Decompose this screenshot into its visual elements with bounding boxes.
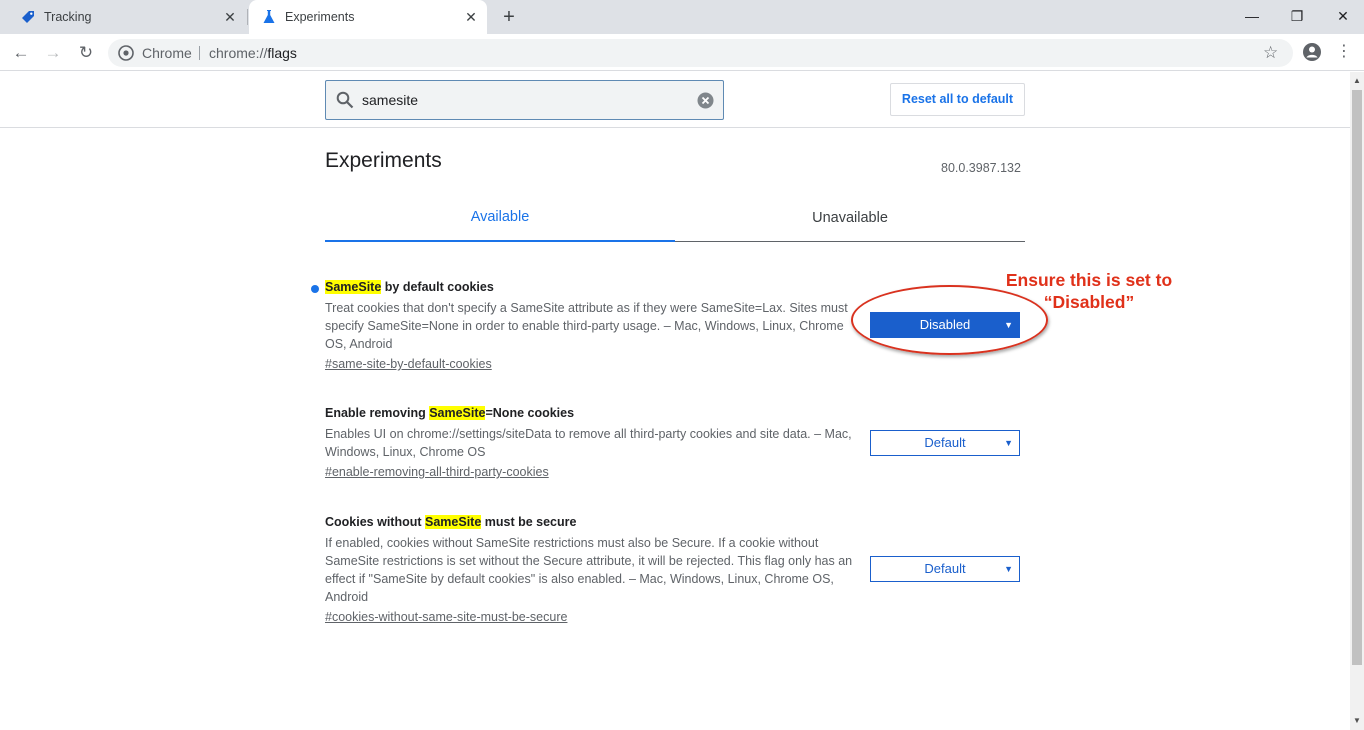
profile-avatar-icon[interactable]: [1302, 42, 1322, 62]
flag-description: If enabled, cookies without SameSite res…: [325, 536, 853, 604]
flag-entry-cookies-without-samesite-secure: Cookies without SameSite must be secure …: [325, 514, 855, 626]
new-tab-button[interactable]: +: [499, 7, 519, 27]
flag-description: Enables UI on chrome://settings/siteData…: [325, 427, 852, 459]
tab-unavailable[interactable]: Unavailable: [675, 210, 1025, 226]
flag-state-select[interactable]: Default ▼: [870, 556, 1020, 582]
modified-indicator-dot: [311, 285, 319, 293]
search-header: samesite Reset all to default: [0, 72, 1350, 128]
flag-description: Treat cookies that don't specify a SameS…: [325, 301, 848, 351]
page-title: Experiments: [325, 149, 442, 172]
scroll-thumb[interactable]: [1352, 90, 1362, 665]
flag-entry-samesite-by-default: SameSite by default cookies Treat cookie…: [325, 279, 855, 373]
browser-tab-tracking[interactable]: Tracking ✕: [8, 0, 246, 34]
close-tab-icon[interactable]: ✕: [463, 9, 479, 25]
scroll-down-icon[interactable]: ▼: [1353, 716, 1361, 725]
version-label: 80.0.3987.132: [941, 161, 1021, 175]
browser-toolbar: ← → ↻ Chrome chrome://flags ☆ ⋮: [0, 34, 1364, 71]
tab-strip: Tracking ✕ Experiments ✕ + — ❐ ✕: [0, 0, 1364, 34]
flag-state-select[interactable]: Default ▼: [870, 430, 1020, 456]
search-icon: [336, 91, 354, 109]
tag-icon: [22, 11, 34, 23]
dropdown-arrow-icon: ▼: [1004, 438, 1013, 448]
address-bar[interactable]: Chrome chrome://flags ☆: [108, 39, 1293, 67]
flag-title: SameSite by default cookies: [325, 280, 494, 294]
flag-permalink[interactable]: #enable-removing-all-third-party-cookies: [325, 465, 549, 479]
back-button[interactable]: ←: [9, 41, 33, 65]
active-tab-indicator: [325, 240, 675, 242]
forward-button[interactable]: →: [41, 41, 65, 65]
tab-separator: [247, 9, 248, 25]
restore-button[interactable]: ❐: [1284, 5, 1310, 27]
reload-button[interactable]: ↻: [74, 41, 98, 65]
callout-annotation: Ensure this is set to “Disabled”: [1005, 270, 1173, 312]
flag-title: Cookies without SameSite must be secure: [325, 515, 577, 529]
flag-permalink[interactable]: #same-site-by-default-cookies: [325, 357, 492, 371]
chrome-icon: [118, 45, 134, 61]
tab-title: Experiments: [285, 10, 355, 24]
flag-title: Enable removing SameSite=None cookies: [325, 406, 575, 420]
flag-permalink[interactable]: #cookies-without-same-site-must-be-secur…: [325, 610, 567, 624]
dropdown-arrow-icon: ▼: [1004, 564, 1013, 574]
minimize-button[interactable]: —: [1239, 5, 1265, 27]
close-tab-icon[interactable]: ✕: [222, 9, 238, 25]
scroll-up-icon[interactable]: ▲: [1353, 76, 1361, 85]
flag-entry-enable-removing-samesite-none: Enable removing SameSite=None cookies En…: [325, 405, 855, 481]
browser-tab-experiments[interactable]: Experiments ✕: [249, 0, 487, 34]
search-input[interactable]: samesite: [362, 92, 418, 108]
omnibox-divider: [199, 46, 200, 60]
bookmark-star-icon[interactable]: ☆: [1263, 43, 1278, 63]
close-window-button[interactable]: ✕: [1330, 5, 1356, 27]
flask-icon: [263, 10, 275, 23]
kebab-menu-icon[interactable]: ⋮: [1334, 42, 1354, 62]
chrome-chip-label: Chrome: [142, 45, 192, 61]
flags-page: samesite Reset all to default Experiment…: [0, 72, 1350, 730]
tab-available[interactable]: Available: [325, 209, 675, 225]
search-field[interactable]: samesite: [325, 80, 724, 120]
page-scrollbar[interactable]: ▲ ▼: [1350, 72, 1364, 730]
url-text[interactable]: chrome://flags: [209, 45, 297, 61]
clear-search-icon[interactable]: [697, 92, 714, 109]
tab-title: Tracking: [44, 10, 92, 24]
reset-all-button[interactable]: Reset all to default: [890, 83, 1025, 116]
